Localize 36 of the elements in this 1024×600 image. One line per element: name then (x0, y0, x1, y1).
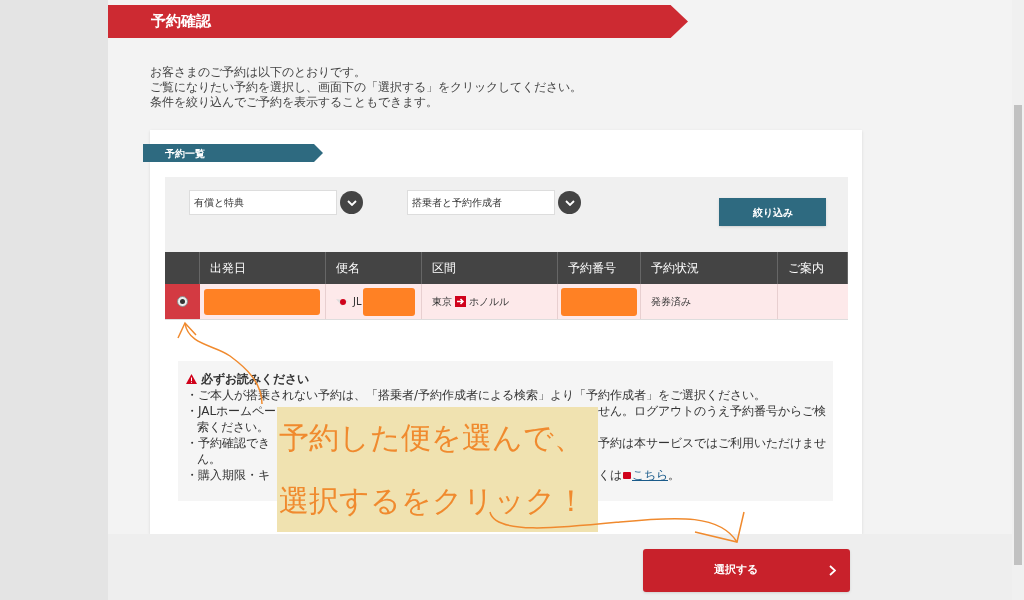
notice-text: 予約は本サービスではご利用いただけませ (598, 435, 826, 451)
notice-text: くは (598, 467, 622, 483)
link[interactable]: こちら (632, 467, 668, 483)
booking-status: 発券済み (651, 295, 691, 309)
filter-dropdown[interactable]: 搭乗者と予約作成者 (407, 190, 555, 215)
notice-text: ・購入期限・キ (186, 467, 271, 483)
notice-text: ・予約確認でき (186, 435, 271, 451)
callout-text: 選択するをクリック！ (279, 481, 587, 520)
crane-logo-icon (336, 296, 348, 307)
filter-dropdown[interactable]: 有償と特典 (189, 190, 337, 215)
notice-text: 索ください。 (197, 419, 269, 435)
table-row[interactable]: JL 東京 ホノルル 発券済み (165, 284, 848, 320)
radio-button[interactable] (177, 296, 188, 307)
scrollbar[interactable] (1012, 0, 1024, 600)
chevron-down-icon[interactable] (340, 191, 363, 214)
flight-number: JL (353, 295, 362, 309)
page-title: 予約確認 (151, 11, 211, 33)
notice-text: ・JALホームペー (186, 403, 276, 419)
link-icon (623, 471, 631, 479)
redaction-mark (362, 287, 415, 316)
filter-button[interactable]: 絞り込み (719, 198, 826, 226)
warning-icon (186, 374, 197, 384)
route-destination: ホノルル (469, 295, 509, 309)
select-button[interactable]: 選択する (643, 549, 850, 592)
chevron-right-icon (829, 565, 836, 576)
intro-text: ご覧になりたい予約を選択し、画面下の「選択する」をクリックしてください。 (150, 80, 582, 95)
route-origin: 東京 (432, 295, 452, 309)
section-title: 予約一覧 (165, 146, 205, 161)
arrow-right-icon (455, 296, 466, 307)
notice-text: ん。 (197, 451, 221, 467)
intro-text: 条件を絞り込んでご予約を表示することもできます。 (150, 95, 438, 110)
notice-text: せん。ログアウトのうえ予約番号からご検 (598, 403, 826, 419)
intro-text: お客さまのご予約は以下のとおりです。 (150, 65, 366, 80)
callout-text: 予約した便を選んで、 (279, 419, 585, 458)
chevron-down-icon[interactable] (558, 191, 581, 214)
notice-text: 。 (668, 467, 680, 483)
